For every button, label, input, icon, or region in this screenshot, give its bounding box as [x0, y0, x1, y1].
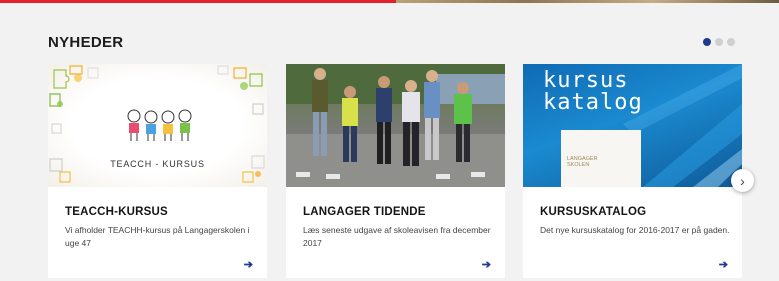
catalog-word-1: kursus	[543, 68, 629, 93]
brand-red-bar	[0, 0, 396, 3]
card-title: TEACCH-KURSUS	[65, 206, 168, 218]
carousel-dots	[703, 38, 735, 46]
news-card-teacch[interactable]: TEACCH - KURSUS TEACCH-KURSUS Vi afholde…	[48, 64, 267, 278]
card-description: Læs seneste udgave af skoleavisen fra de…	[303, 225, 491, 248]
news-card-langager-tidende[interactable]: LANGAGER TIDENDE Læs seneste udgave af s…	[286, 64, 505, 278]
card-image-students-photo	[286, 64, 505, 187]
news-card-kursuskatalog[interactable]: kursus katalog LANGAGER SKOLEN KURSUSKAT…	[523, 64, 742, 278]
card-title: LANGAGER TIDENDE	[303, 206, 426, 218]
arrow-right-icon[interactable]: ➔	[719, 258, 728, 271]
carousel-dot-2[interactable]	[715, 38, 723, 46]
chevron-right-icon: ›	[740, 172, 745, 189]
catalog-cover-card: LANGAGER SKOLEN	[561, 130, 641, 187]
catalog-word-2: katalog	[543, 90, 643, 115]
catalog-title-text: kursus katalog	[543, 70, 643, 114]
card-image-teacch: TEACCH - KURSUS	[48, 64, 267, 187]
arrow-right-icon[interactable]: ➔	[244, 258, 253, 271]
card-title: KURSUSKATALOG	[540, 206, 647, 218]
card-description: Vi afholder TEACHH-kursus på Langagersko…	[65, 225, 250, 248]
card-description: Det nye kursuskatalog for 2016-2017 er p…	[540, 225, 730, 235]
header-strip	[0, 0, 779, 3]
header-photo-edge	[396, 0, 779, 3]
carousel-dot-1[interactable]	[703, 38, 711, 46]
carousel-next-button[interactable]: ›	[731, 169, 754, 192]
school-logo: LANGAGER SKOLEN	[567, 156, 598, 168]
card-image-catalog: kursus katalog LANGAGER SKOLEN	[523, 64, 742, 187]
section-title: NYHEDER	[48, 34, 124, 51]
kids-illustration	[127, 109, 192, 141]
school-logo-line-2: SKOLEN	[567, 162, 590, 168]
card-image-label: TEACCH - KURSUS	[110, 159, 205, 169]
students-photo	[286, 64, 505, 187]
carousel-dot-3[interactable]	[727, 38, 735, 46]
arrow-right-icon[interactable]: ➔	[482, 258, 491, 271]
